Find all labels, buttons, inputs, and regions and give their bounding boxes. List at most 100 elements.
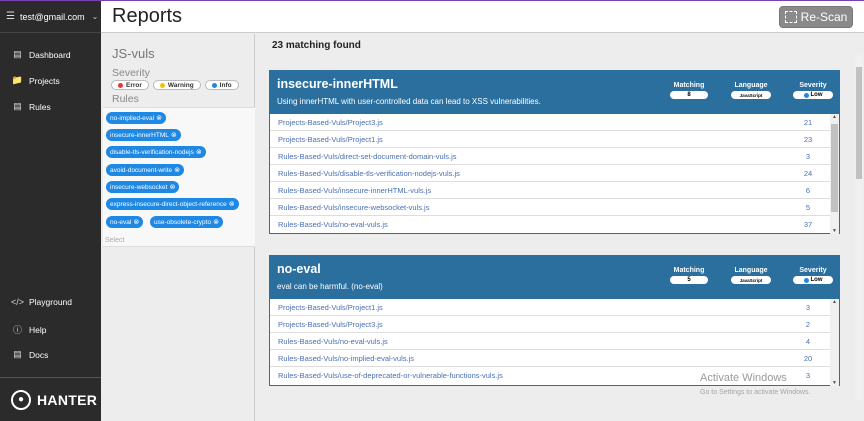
rule-chip[interactable]: insecure-websocket ⊗ bbox=[106, 181, 180, 193]
scroll-down-icon[interactable]: ▼ bbox=[830, 380, 839, 386]
sidebar: ☰ test@gmail.com ⌄ ▤ Dashboard 📁 Project… bbox=[0, 1, 101, 421]
line-number: 4 bbox=[805, 336, 811, 346]
scroll-down-icon[interactable]: ▼ bbox=[830, 228, 839, 234]
result-row[interactable]: Rules-Based-Vuls/direct-set-document-dom… bbox=[270, 148, 839, 165]
file-link[interactable]: Projects-Based-Vuls/Project1.js bbox=[278, 135, 383, 144]
result-row[interactable]: Rules-Based-Vuls/no-implied-eval-vuls.js… bbox=[270, 350, 839, 367]
result-row[interactable]: Projects-Based-Vuls/Project1.js 23 bbox=[270, 131, 839, 148]
rule-chip-label: avoid-document-write bbox=[110, 166, 173, 174]
card-description: eval can be harmful. (no-eval) bbox=[277, 282, 383, 291]
severity-filter-info[interactable]: Info bbox=[204, 80, 239, 90]
line-number: 20 bbox=[803, 353, 813, 363]
matching-label: Matching bbox=[673, 267, 705, 274]
result-row[interactable]: Projects-Based-Vuls/Project3.js 2 bbox=[270, 316, 839, 333]
severity-filters: Error Warning Info bbox=[111, 80, 239, 90]
page-scrollbar[interactable] bbox=[855, 55, 863, 400]
remove-chip-icon[interactable]: ⊗ bbox=[156, 114, 162, 122]
rule-chip-label: insecure-innerHTML bbox=[110, 131, 169, 139]
sidebar-item-rules[interactable]: ▤ Rules bbox=[11, 101, 51, 112]
matching-meta: Matching 8 bbox=[670, 82, 708, 99]
severity-filter-label: Warning bbox=[167, 81, 194, 89]
card-scrollbar[interactable]: ▲ ▼ bbox=[830, 114, 839, 234]
info-dot-icon bbox=[211, 82, 217, 88]
rule-chip-label: insecure-websocket bbox=[110, 183, 168, 191]
scroll-up-icon[interactable]: ▲ bbox=[830, 299, 839, 305]
chevron-down-icon[interactable]: ⌄ bbox=[92, 12, 99, 21]
rescan-button[interactable]: Re-Scan bbox=[779, 6, 853, 28]
result-row[interactable]: Rules-Based-Vuls/insecure-innerHTML-vuls… bbox=[270, 182, 839, 199]
sidebar-item-projects[interactable]: 📁 Projects bbox=[11, 75, 60, 86]
card-title: no-eval bbox=[277, 262, 321, 276]
severity-filter-warning[interactable]: Warning bbox=[152, 80, 201, 90]
rule-chip[interactable]: use-obsolete-crypto ⊗ bbox=[150, 216, 223, 228]
sidebar-item-docs[interactable]: ▤ Docs bbox=[11, 349, 48, 360]
scan-icon bbox=[784, 11, 797, 23]
sidebar-item-playground[interactable]: </> Playground bbox=[11, 297, 72, 307]
remove-chip-icon[interactable]: ⊗ bbox=[196, 148, 202, 156]
rule-chip[interactable]: no-implied-eval ⊗ bbox=[106, 112, 166, 124]
result-row[interactable]: Projects-Based-Vuls/Project3.js 21 bbox=[270, 114, 839, 131]
rule-chip[interactable]: avoid-document-write ⊗ bbox=[106, 164, 185, 176]
activate-windows-title: Activate Windows bbox=[700, 372, 787, 384]
file-link[interactable]: Rules-Based-Vuls/no-eval-vuls.js bbox=[278, 220, 388, 229]
remove-chip-icon[interactable]: ⊗ bbox=[229, 200, 235, 208]
brand-name: HANTER bbox=[37, 391, 98, 408]
sidebar-item-label: Playground bbox=[29, 297, 73, 307]
file-link[interactable]: Rules-Based-Vuls/insecure-innerHTML-vuls… bbox=[278, 186, 431, 195]
result-row[interactable]: Rules-Based-Vuls/insecure-websocket-vuls… bbox=[270, 199, 839, 216]
severity-label: Severity bbox=[112, 67, 150, 79]
result-row[interactable]: Projects-Based-Vuls/Project1.js 3 bbox=[270, 299, 839, 316]
matching-count: 8 bbox=[670, 91, 708, 99]
severity-filter-error[interactable]: Error bbox=[111, 80, 149, 90]
result-row[interactable]: Rules-Based-Vuls/no-eval-vuls.js 37 bbox=[270, 216, 839, 233]
line-number: 24 bbox=[803, 168, 813, 178]
logo-icon: ● bbox=[11, 389, 31, 410]
results-summary: 23 matching found bbox=[272, 40, 361, 51]
rules-label: Rules bbox=[112, 93, 139, 105]
code-icon: </> bbox=[11, 297, 25, 307]
file-link[interactable]: Rules-Based-Vuls/disable-tls-verificatio… bbox=[278, 169, 460, 178]
rule-chip[interactable]: insecure-innerHTML ⊗ bbox=[106, 129, 181, 141]
rule-chip[interactable]: disable-tls-verification-nodejs ⊗ bbox=[106, 146, 206, 158]
file-link[interactable]: Projects-Based-Vuls/Project3.js bbox=[278, 320, 383, 329]
file-link[interactable]: Rules-Based-Vuls/no-eval-vuls.js bbox=[278, 337, 388, 346]
remove-chip-icon[interactable]: ⊗ bbox=[169, 183, 175, 191]
file-link[interactable]: Rules-Based-Vuls/no-implied-eval-vuls.js bbox=[278, 354, 414, 363]
card-header: insecure-innerHTML Using innerHTML with … bbox=[270, 71, 839, 114]
line-number: 21 bbox=[803, 117, 813, 127]
card-description: Using innerHTML with user-controlled dat… bbox=[277, 97, 541, 106]
result-row[interactable]: Rules-Based-Vuls/no-eval-vuls.js 4 bbox=[270, 333, 839, 350]
sidebar-item-dashboard[interactable]: ▤ Dashboard bbox=[11, 49, 70, 60]
scroll-thumb[interactable] bbox=[831, 124, 838, 212]
rule-chip-label: no-eval bbox=[110, 218, 132, 226]
line-number: 3 bbox=[805, 371, 811, 380]
language-meta: Language JavaScript bbox=[731, 82, 771, 99]
line-number: 5 bbox=[805, 202, 811, 212]
card-scrollbar[interactable]: ▲ ▼ bbox=[830, 299, 839, 386]
file-link[interactable]: Projects-Based-Vuls/Project1.js bbox=[278, 303, 383, 312]
rules-select-placeholder[interactable]: Select bbox=[105, 237, 124, 244]
file-link[interactable]: Rules-Based-Vuls/insecure-websocket-vuls… bbox=[278, 203, 429, 212]
card-header: no-eval eval can be harmful. (no-eval) M… bbox=[270, 256, 839, 299]
rule-chip-label: express-insecure-direct-object-reference bbox=[110, 200, 227, 208]
info-dot-icon bbox=[803, 277, 809, 283]
rule-chip[interactable]: no-eval ⊗ bbox=[106, 216, 144, 228]
help-icon: ⓘ bbox=[12, 325, 22, 335]
severity-value: Low bbox=[793, 91, 833, 99]
remove-chip-icon[interactable]: ⊗ bbox=[174, 166, 180, 174]
rule-chip[interactable]: express-insecure-direct-object-reference… bbox=[106, 198, 239, 210]
scroll-up-icon[interactable]: ▲ bbox=[830, 114, 839, 120]
hamburger-icon[interactable]: ☰ bbox=[6, 11, 15, 22]
remove-chip-icon[interactable]: ⊗ bbox=[133, 218, 139, 226]
file-link[interactable]: Projects-Based-Vuls/Project3.js bbox=[278, 118, 383, 127]
account-email: test@gmail.com bbox=[19, 11, 85, 22]
result-row[interactable]: Rules-Based-Vuls/disable-tls-verificatio… bbox=[270, 165, 839, 182]
scroll-thumb[interactable] bbox=[856, 67, 862, 179]
remove-chip-icon[interactable]: ⊗ bbox=[171, 131, 177, 139]
sidebar-item-help[interactable]: ⓘ Help bbox=[11, 323, 47, 336]
file-link[interactable]: Rules-Based-Vuls/direct-set-document-dom… bbox=[278, 152, 457, 161]
account-menu[interactable]: ☰ test@gmail.com ⌄ bbox=[0, 1, 101, 33]
file-link[interactable]: Rules-Based-Vuls/use-of-deprecated-or-vu… bbox=[278, 371, 503, 380]
page-title: Reports bbox=[112, 5, 183, 27]
remove-chip-icon[interactable]: ⊗ bbox=[213, 218, 219, 226]
